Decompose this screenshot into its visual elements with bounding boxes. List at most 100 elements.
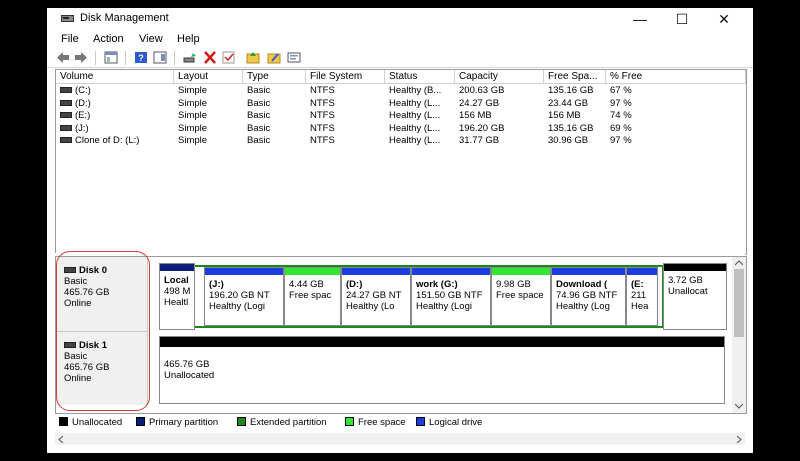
volume-name-cell[interactable]: Clone of D: (L:) [60, 135, 139, 147]
table-cell[interactable]: Simple [178, 123, 207, 135]
disk-0-partition[interactable]: Local 498 M Healtl [159, 263, 195, 330]
table-cell[interactable]: 135.16 GB [548, 85, 593, 97]
volume-list: Volume Layout Type File System Status Ca… [55, 69, 747, 255]
cell-text: 30.96 GB [548, 135, 589, 146]
partition-line: Healtl [164, 297, 189, 308]
column-header-layout[interactable]: Layout [174, 70, 243, 84]
properties-panel-icon[interactable] [153, 51, 167, 64]
menu-file[interactable]: File [61, 33, 79, 45]
minimize-button[interactable]: — [619, 8, 661, 30]
scroll-right-icon[interactable] [736, 436, 742, 443]
table-cell[interactable]: Basic [247, 98, 270, 110]
horizontal-scrollbar[interactable] [55, 433, 745, 445]
column-header-percent-free[interactable]: % Free [606, 70, 746, 84]
disk-0-partition[interactable]: (J:) 196.20 GB NT Healthy (Logi [204, 267, 284, 326]
table-cell[interactable]: NTFS [310, 85, 335, 97]
table-cell[interactable]: Healthy (L... [389, 123, 440, 135]
disk-graphical-view: Disk 0 Basic 465.76 GB Online Disk 1 Bas… [55, 256, 747, 414]
table-cell[interactable]: NTFS [310, 110, 335, 122]
settings-panel-icon[interactable] [287, 51, 301, 64]
delete-icon[interactable] [203, 51, 217, 64]
volume-name-cell[interactable]: (J:) [60, 123, 89, 135]
column-header-capacity[interactable]: Capacity [455, 70, 544, 84]
table-cell[interactable]: 196.20 GB [459, 123, 504, 135]
cell-text: NTFS [310, 122, 335, 134]
disk-0-partition[interactable]: Download (74.96 GB NTF Healthy (Log [551, 267, 626, 326]
column-header-file-system[interactable]: File System [306, 70, 385, 84]
table-cell[interactable]: Healthy (B... [389, 85, 441, 97]
menu-view[interactable]: View [139, 33, 163, 45]
disk-0-partition[interactable]: 3.72 GB Unallocat [663, 263, 727, 330]
disk-1-partition[interactable]: 465.76 GB Unallocated [159, 336, 725, 404]
table-cell[interactable]: 97 % [610, 98, 632, 110]
scroll-up-icon[interactable] [735, 260, 743, 266]
scroll-left-icon[interactable] [58, 436, 64, 443]
table-cell[interactable]: Simple [178, 110, 207, 122]
connect-drive-icon[interactable] [183, 51, 197, 64]
cell-text: Basic [247, 85, 271, 96]
table-cell[interactable]: 67 % [610, 85, 632, 97]
disk-1-label[interactable]: Disk 1 Basic 465.76 GB Online [56, 331, 148, 405]
table-cell[interactable]: Simple [178, 85, 207, 97]
table-cell[interactable]: Simple [178, 135, 207, 147]
volume-name-cell[interactable]: (C:) [60, 85, 91, 97]
table-cell[interactable]: NTFS [310, 135, 335, 147]
disk-0-partition[interactable]: (E: 211 Hea [626, 267, 658, 326]
maximize-button[interactable]: ☐ [661, 8, 703, 30]
forward-arrow-icon[interactable] [74, 51, 88, 64]
table-cell[interactable]: Basic [247, 110, 270, 122]
show-hide-console-icon[interactable] [104, 51, 118, 64]
column-header-type[interactable]: Type [243, 70, 306, 84]
disk-0-label[interactable]: Disk 0 Basic 465.76 GB Online [56, 257, 148, 331]
folder-edit-icon[interactable] [267, 51, 281, 64]
cell-text: Healthy (L... [389, 135, 441, 146]
folder-up-icon[interactable] [246, 51, 260, 64]
column-header-volume[interactable]: Volume [56, 70, 174, 84]
table-cell[interactable]: Basic [247, 85, 270, 97]
partition-text: (J:) 196.20 GB NT Healthy (Logi [209, 279, 270, 312]
scrollbar-thumb[interactable] [734, 269, 744, 337]
cell-text: Simple [178, 85, 208, 96]
disk-0-partition[interactable]: 9.98 GB Free space [491, 267, 551, 326]
cell-text: Basic [247, 97, 271, 109]
table-cell[interactable]: 24.27 GB [459, 98, 499, 110]
vertical-scrollbar[interactable] [732, 257, 746, 413]
volume-name-cell[interactable]: (E:) [60, 110, 90, 122]
disk-0-partition[interactable]: (D:) 24.27 GB NT Healthy (Lo [341, 267, 411, 326]
table-cell[interactable]: 30.96 GB [548, 135, 588, 147]
cell-text: 67 % [610, 85, 632, 96]
table-cell[interactable]: 69 % [610, 123, 632, 135]
table-cell[interactable]: Healthy (L... [389, 110, 440, 122]
table-cell[interactable]: NTFS [310, 123, 335, 135]
check-properties-icon[interactable] [222, 51, 236, 64]
menu-action[interactable]: Action [93, 33, 124, 45]
disk-0-type: Basic [64, 276, 88, 287]
scroll-down-icon[interactable] [735, 403, 743, 409]
cell-text: Simple [178, 110, 208, 121]
table-cell[interactable]: 156 MB [459, 110, 492, 122]
table-cell[interactable]: Healthy (L... [389, 135, 440, 147]
help-icon[interactable]: ? [134, 51, 148, 64]
disk-1-type: Basic [64, 351, 88, 362]
table-cell[interactable]: 97 % [610, 135, 632, 147]
close-button[interactable]: ✕ [703, 8, 745, 30]
disk-0-partition[interactable]: work (G:) 151.50 GB NTF Healthy (Logi [411, 267, 491, 326]
column-header-free-space[interactable]: Free Spa... [544, 70, 606, 84]
table-cell[interactable]: 200.63 GB [459, 85, 504, 97]
disk-0-partition[interactable]: 4.44 GB Free spac [284, 267, 341, 326]
table-cell[interactable]: Basic [247, 123, 270, 135]
table-cell[interactable]: NTFS [310, 98, 335, 110]
table-cell[interactable]: 135.16 GB [548, 123, 593, 135]
menu-help[interactable]: Help [177, 33, 200, 45]
table-cell[interactable]: Basic [247, 135, 270, 147]
volume-name-cell[interactable]: (D:) [60, 98, 91, 110]
table-cell[interactable]: 31.77 GB [459, 135, 499, 147]
column-header-status[interactable]: Status [385, 70, 455, 84]
table-cell[interactable]: Simple [178, 98, 207, 110]
table-cell[interactable]: 156 MB [548, 110, 581, 122]
table-cell[interactable]: 74 % [610, 110, 632, 122]
table-cell[interactable]: Healthy (L... [389, 98, 440, 110]
table-cell[interactable]: 23.44 GB [548, 98, 588, 110]
partition-color-bar [664, 264, 726, 271]
back-arrow-icon[interactable] [56, 51, 70, 64]
